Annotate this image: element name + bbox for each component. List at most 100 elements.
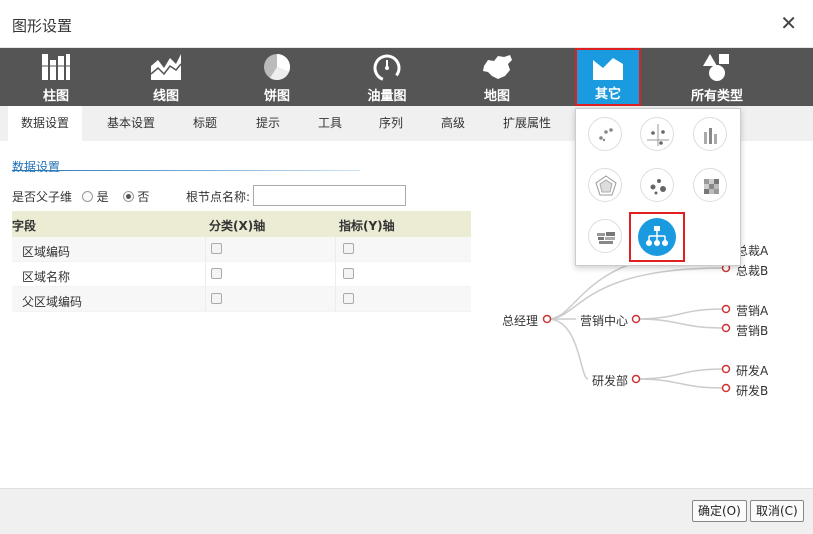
radio-yes-label: 是: [96, 190, 109, 204]
tab-extended-props[interactable]: 扩展属性: [492, 106, 562, 141]
tab-tools[interactable]: 工具: [305, 106, 355, 141]
tab-advanced[interactable]: 高级: [428, 106, 478, 141]
root-name-label: 根节点名称:: [186, 190, 251, 204]
parent-child-label: 是否父子维: [12, 190, 73, 204]
column-divider: [335, 262, 336, 286]
table-row: 父区域编码: [12, 287, 471, 312]
tree-label-leaf: 营销B: [736, 324, 769, 338]
chart-type-line-chart[interactable]: 线图: [132, 48, 200, 106]
column-mixed-option[interactable]: [693, 117, 727, 151]
tree-node: [631, 374, 641, 384]
tree-node-leaf: [721, 323, 731, 333]
table-body: 区域编码 区域名称 父区域编码: [12, 237, 471, 312]
tree-label-node: 营销中心: [580, 314, 629, 328]
field-table: 字段 分类(X)轴 指标(Y)轴 区域编码 区域名称 父区域编码: [12, 211, 471, 312]
chart-type-gauge-chart[interactable]: 油量图: [353, 48, 421, 106]
chart-type-other[interactable]: 其它: [575, 48, 641, 106]
tree-link: [635, 308, 724, 320]
tree-label-leaf: 营销A: [736, 304, 769, 318]
radio-no-label: 否: [137, 190, 150, 204]
tab-title[interactable]: 标题: [180, 106, 230, 141]
tree-label-leaf: 研发A: [736, 364, 769, 378]
tree-chart-option-selected[interactable]: [629, 212, 685, 262]
bar-chart-icon: [42, 54, 70, 80]
chart-type-label: 柱图: [42, 89, 69, 104]
tab-tooltip[interactable]: 提示: [243, 106, 293, 141]
pentagon-icon: [595, 175, 617, 196]
wordcloud-chart-option[interactable]: [588, 219, 622, 253]
column-divider: [205, 287, 206, 311]
tree-label-node: 研发部: [592, 374, 629, 388]
chart-settings-dialog: 图形设置 ✕ 柱图 线图 饼图 油量图 地图 其它 所有类型 数据设置 基本设置…: [0, 0, 813, 534]
close-icon[interactable]: ✕: [780, 13, 797, 33]
scatter-icon: [599, 128, 613, 142]
bubble-chart-option[interactable]: [640, 168, 674, 202]
tree-link: [635, 368, 724, 380]
chart-type-bar: 柱图 线图 饼图 油量图 地图 其它 所有类型: [0, 48, 813, 106]
field-name: 区域编码: [22, 245, 71, 259]
column-divider: [335, 237, 336, 261]
tab-series[interactable]: 序列: [366, 106, 416, 141]
area-chart-icon: [150, 54, 182, 80]
gauge-icon: [373, 54, 401, 82]
heatmap-icon: [704, 179, 719, 194]
dialog-footer: 确定(O) 取消(C): [0, 488, 813, 534]
column-divider: [335, 287, 336, 311]
tree-label-leaf: 研发B: [736, 384, 769, 398]
cancel-button[interactable]: 取消(C): [750, 500, 804, 522]
col-header-field: 字段: [12, 219, 37, 233]
radar-chart-option[interactable]: [588, 168, 622, 202]
bubble-icon: [650, 179, 666, 195]
tree-node: [631, 314, 641, 324]
x-axis-checkbox[interactable]: [211, 293, 222, 304]
radio-no[interactable]: [122, 191, 134, 202]
china-map-icon: [483, 55, 512, 79]
shapes-icon: [703, 54, 729, 81]
pie-chart-icon: [264, 54, 290, 81]
scatter-chart-option[interactable]: [588, 117, 622, 151]
tree-label-root: 总经理: [502, 314, 539, 328]
x-axis-checkbox[interactable]: [211, 243, 222, 254]
tree-node-leaf: [721, 383, 731, 393]
table-row: 区域编码: [12, 237, 471, 262]
parent-child-row: 是否父子维 是 否 根节点名称:: [12, 188, 250, 206]
chart-type-bar-chart[interactable]: 柱图: [22, 48, 90, 106]
tab-data-settings[interactable]: 数据设置: [8, 106, 82, 141]
y-axis-checkbox[interactable]: [343, 293, 354, 304]
chart-type-map-chart[interactable]: 地图: [463, 48, 531, 106]
field-name: 父区域编码: [22, 295, 83, 309]
tree-link: [635, 318, 724, 329]
heatmap-chart-option[interactable]: [693, 168, 727, 202]
col-header-y-axis: 指标(Y)轴: [339, 219, 395, 233]
chart-type-label: 油量图: [367, 89, 407, 104]
tree-node-root: [542, 314, 552, 324]
radar-scatter-option[interactable]: [640, 117, 674, 151]
chart-type-label: 饼图: [263, 89, 290, 104]
chart-type-label: 线图: [152, 89, 179, 104]
tab-basic-settings[interactable]: 基本设置: [96, 106, 166, 141]
column-divider: [205, 237, 206, 261]
chart-type-pie-chart[interactable]: 饼图: [243, 48, 311, 106]
mini-bar-icon: [704, 128, 717, 144]
y-axis-checkbox[interactable]: [343, 243, 354, 254]
word-cloud-icon: [597, 232, 615, 244]
ok-button[interactable]: 确定(O): [692, 500, 747, 522]
mountain-chart-icon: [593, 58, 623, 80]
y-axis-checkbox[interactable]: [343, 268, 354, 279]
radio-yes[interactable]: [81, 191, 93, 202]
tree-link: [635, 378, 724, 389]
axis-scatter-icon: [647, 124, 669, 146]
col-header-x-axis: 分类(X)轴: [209, 219, 266, 233]
column-divider: [205, 262, 206, 286]
other-chart-types-popup: [575, 108, 741, 266]
section-divider: [12, 170, 360, 171]
chart-type-label: 地图: [483, 89, 510, 104]
tree-node-leaf: [721, 304, 731, 314]
chart-type-label: 所有类型: [690, 89, 743, 104]
tree-node-leaf: [721, 364, 731, 374]
section-title: 数据设置: [12, 160, 61, 174]
x-axis-checkbox[interactable]: [211, 268, 222, 279]
table-header: 字段 分类(X)轴 指标(Y)轴: [12, 211, 471, 237]
root-name-input[interactable]: [253, 185, 406, 206]
chart-type-all[interactable]: 所有类型: [683, 48, 751, 106]
